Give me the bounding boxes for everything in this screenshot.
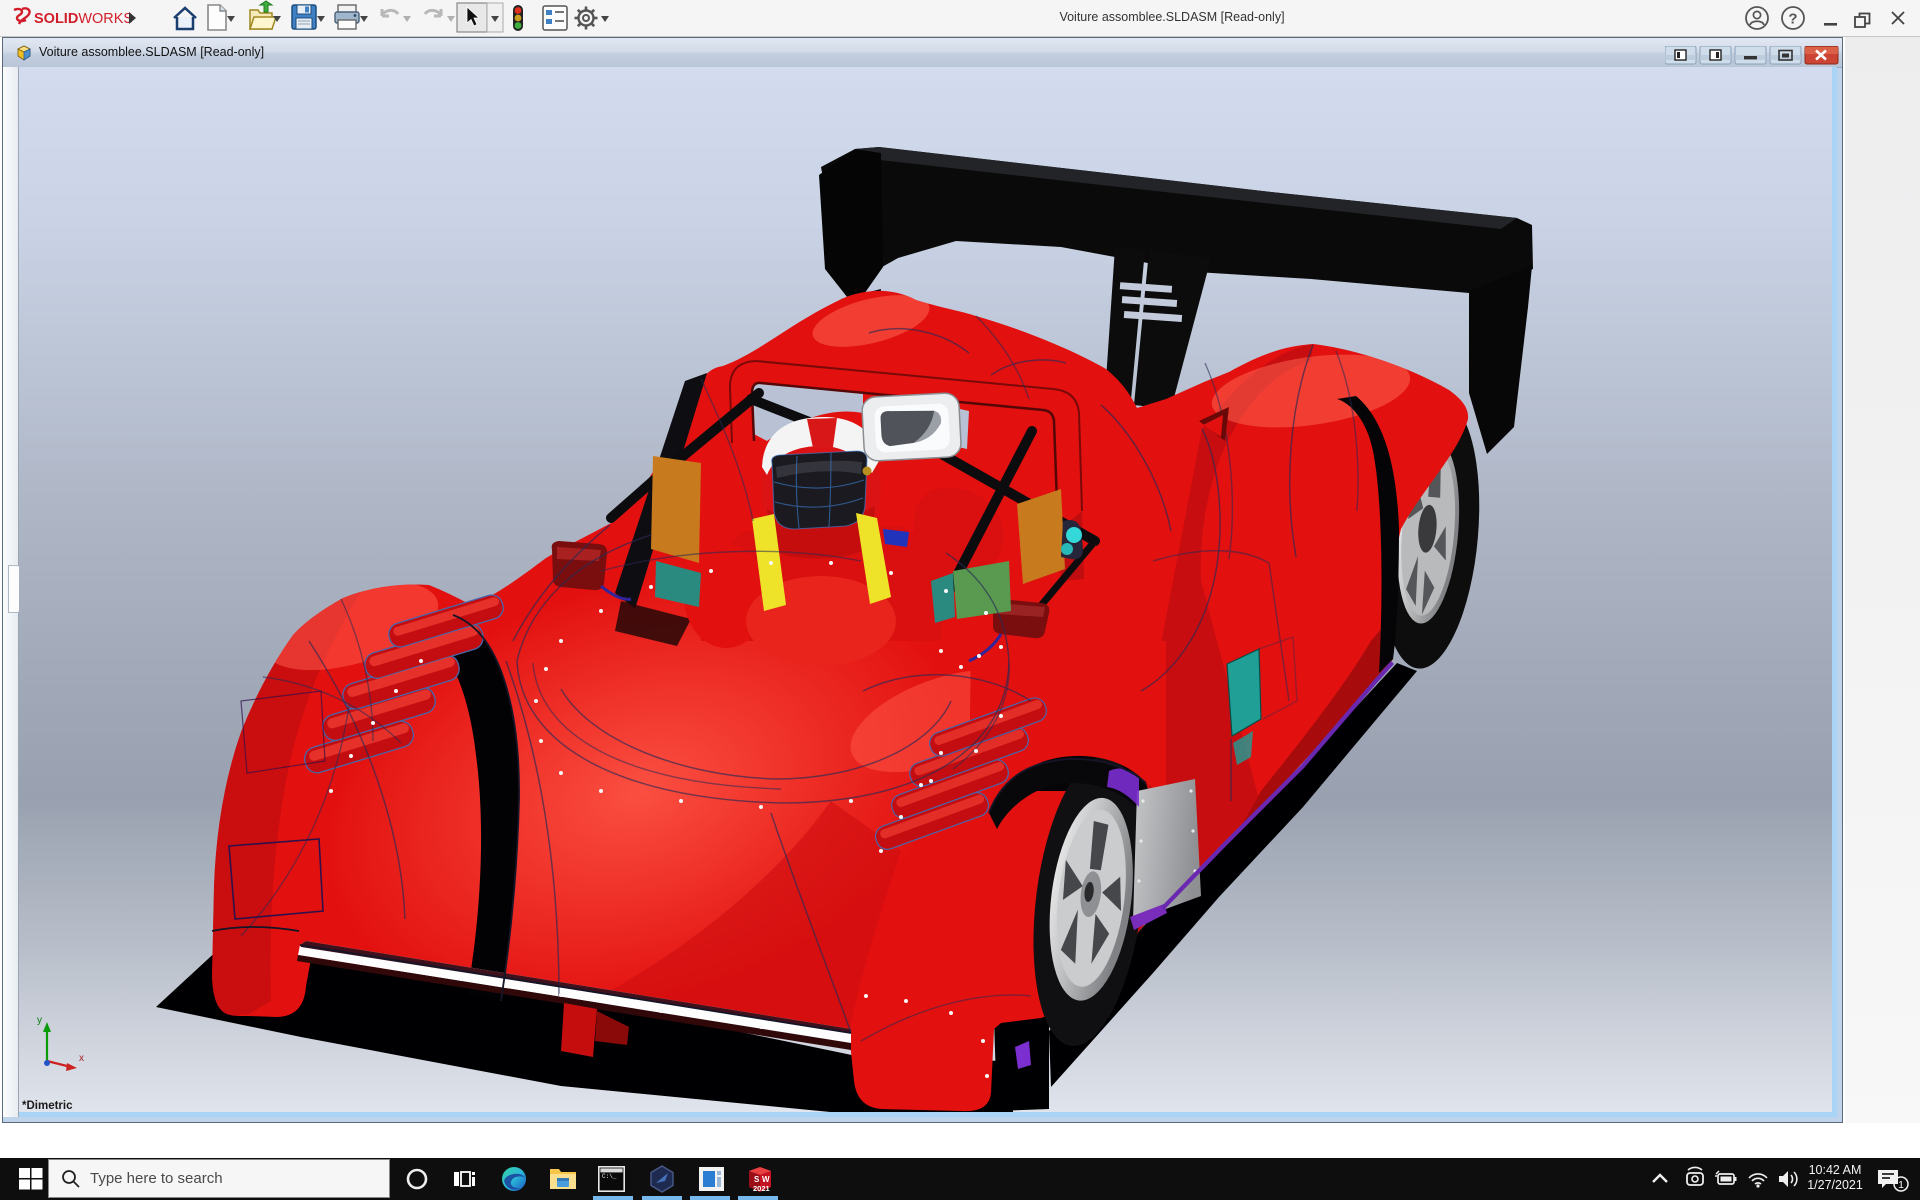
svg-text:SOLIDWORKS: SOLIDWORKS bbox=[34, 11, 133, 27]
svg-text:S: S bbox=[754, 1175, 760, 1184]
svg-text:1: 1 bbox=[1898, 1179, 1904, 1191]
svg-text:C:\_: C:\_ bbox=[602, 1173, 617, 1180]
svg-text:2021: 2021 bbox=[753, 1184, 770, 1193]
svg-text:*Dimetric: *Dimetric bbox=[22, 1100, 73, 1112]
svg-text:W: W bbox=[762, 1175, 770, 1184]
svg-text:y: y bbox=[37, 1015, 42, 1026]
svg-text:?: ? bbox=[1788, 11, 1797, 28]
svg-text:x: x bbox=[79, 1053, 84, 1064]
